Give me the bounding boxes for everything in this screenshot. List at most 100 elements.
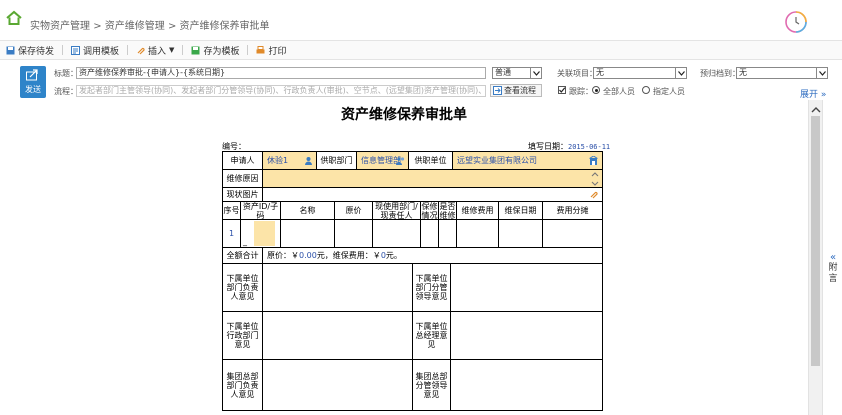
opinion-label: 下属单位总经理意见 <box>413 312 451 360</box>
printer-icon <box>256 45 265 53</box>
archive-value: 无 <box>739 68 747 77</box>
expand-toggle[interactable]: 展开 » <box>800 87 826 100</box>
document-area: 资产维修保养审批单 编号： 填写日期：2015-06-11 申请人 休验1 供职… <box>0 100 808 415</box>
table-cell[interactable] <box>543 220 602 248</box>
archive-select[interactable]: 无 <box>736 67 828 79</box>
breadcrumb-item-current: 资产维修保养审批单 <box>179 21 270 32</box>
paperclip-icon <box>137 47 145 54</box>
col-header: 现使用部门/现责任人 <box>373 202 421 220</box>
total-text-b: 元，维保费用：￥ <box>316 251 381 260</box>
col-header: 费用分摊 <box>543 202 602 220</box>
priority-value: 普通 <box>495 68 511 77</box>
side-panel-toggle[interactable]: « 附言 <box>828 252 838 285</box>
table-cell[interactable] <box>499 220 543 248</box>
breadcrumb-item-asset[interactable]: 实物资产管理 <box>30 21 90 32</box>
title-input[interactable]: 资产维修保养审批-{申请人}-{系统日期} <box>76 67 486 79</box>
opinion-field[interactable] <box>263 312 413 360</box>
opinion-label: 下属单位部门负责人意见 <box>223 264 263 312</box>
building-icon[interactable] <box>589 156 598 165</box>
print-button[interactable]: 打印 <box>256 44 286 57</box>
user-picker-icon[interactable] <box>304 156 313 165</box>
flow-input[interactable]: 发起者部门主管领导(协同)、发起者部门分管领导(协同)、行政负责人(审批)、空节… <box>76 85 486 97</box>
archive-label: 预归档到： <box>700 69 740 78</box>
insert-button[interactable]: 插入 ▼ <box>136 44 174 57</box>
expand-label: 展开 <box>800 90 819 100</box>
trace-label: 跟踪： <box>569 87 593 96</box>
table-cell[interactable] <box>335 220 373 248</box>
load-template-label: 调用模板 <box>83 46 120 57</box>
related-project-select[interactable]: 无 <box>593 67 687 79</box>
table-cell[interactable] <box>373 220 421 248</box>
table-cell[interactable] <box>457 220 499 248</box>
opinion-field[interactable] <box>451 360 602 410</box>
applicant-field[interactable]: 休验1 <box>263 152 317 170</box>
table-cell[interactable] <box>421 220 439 248</box>
scrollbar-thumb[interactable] <box>811 116 820 366</box>
col-header: 序号 <box>223 202 241 220</box>
unit-value: 远望实业集团有限公司 <box>457 156 537 165</box>
trace-checkbox[interactable] <box>558 86 566 94</box>
col-header: 是否维修 <box>439 201 457 220</box>
opinion-label: 集团总部部门负责人意见 <box>223 360 263 410</box>
vertical-scrollbar[interactable] <box>808 100 822 415</box>
opinion-field[interactable] <box>263 264 413 312</box>
toolbar-divider <box>247 45 249 55</box>
unit-field[interactable]: 远望实业集团有限公司 <box>453 152 602 170</box>
toolbar-divider <box>62 45 64 55</box>
scroll-up-icon[interactable] <box>811 106 821 114</box>
checkmark-icon <box>559 87 566 93</box>
dept-picker-icon[interactable] <box>396 156 405 165</box>
total-summary: 原价：￥ 0.00 元，维保费用：￥ 0 元。 <box>263 248 602 264</box>
breadcrumb-separator: > <box>93 21 102 32</box>
radio-specified-people[interactable] <box>642 86 650 94</box>
title-label: 标题： <box>54 69 78 78</box>
applicant-label: 申请人 <box>223 152 263 170</box>
send-icon <box>26 69 38 81</box>
opinion-field[interactable] <box>451 312 602 360</box>
asset-id-input[interactable] <box>254 221 275 246</box>
template-icon <box>71 45 81 55</box>
related-project-label: 关联项目： <box>557 69 597 78</box>
asset-sub-code: _ <box>243 237 247 246</box>
applicant-value: 休验1 <box>267 156 289 165</box>
dept-field[interactable]: 信息管理部 <box>357 152 409 170</box>
priority-select[interactable]: 普通 <box>492 67 542 79</box>
asset-id-cell[interactable]: _ <box>241 220 281 248</box>
col-header: 维修费用 <box>457 202 499 220</box>
breadcrumb-item-repair[interactable]: 资产维修管理 <box>105 21 165 32</box>
opinion-label: 下属单位部门分管领导意见 <box>413 264 451 312</box>
radio-all-people[interactable] <box>592 86 600 94</box>
view-flow-button[interactable]: 查看流程 <box>490 84 542 97</box>
toolbar-divider <box>127 45 129 55</box>
chevron-down-icon <box>816 68 827 78</box>
col-header: 名称 <box>281 202 335 220</box>
send-button[interactable]: 发送 <box>20 66 46 98</box>
double-chevron-left-icon: « <box>829 252 837 263</box>
radio-all-people-label: 全部人员 <box>603 87 635 96</box>
opinion-field[interactable] <box>263 360 413 410</box>
table-cell[interactable] <box>281 220 335 248</box>
photo-field[interactable] <box>263 188 602 202</box>
reason-textarea[interactable] <box>263 170 602 188</box>
dept-value: 信息管理部 <box>361 156 401 165</box>
home-icon[interactable] <box>6 10 22 26</box>
save-draft-button[interactable]: 保存待发 <box>6 44 54 57</box>
save-as-template-button[interactable]: 存为模板 <box>191 44 239 57</box>
total-price: 0.00 <box>299 251 317 260</box>
save-template-icon <box>191 46 200 54</box>
total-label: 全额合计 <box>223 248 263 264</box>
photo-label: 现状图片 <box>223 188 263 202</box>
load-template-button[interactable]: 调用模板 <box>71 44 119 57</box>
toolbar: 保存待发 调用模板 插入 ▼ 存为模板 打印 <box>0 40 842 60</box>
col-header: 维保日期 <box>499 202 543 220</box>
table-cell[interactable] <box>439 220 457 248</box>
clock-icon[interactable] <box>784 10 808 34</box>
opinion-field[interactable] <box>451 264 602 312</box>
total-text-c: 元。 <box>385 251 402 260</box>
top-header: 实物资产管理 > 资产维修管理 > 资产维修保养审批单 <box>0 0 842 40</box>
reason-label: 维修原因 <box>223 170 263 188</box>
save-draft-label: 保存待发 <box>18 46 55 57</box>
chevron-down-icon <box>675 68 686 78</box>
send-label: 发送 <box>25 85 41 94</box>
paperclip-icon[interactable] <box>589 190 598 199</box>
